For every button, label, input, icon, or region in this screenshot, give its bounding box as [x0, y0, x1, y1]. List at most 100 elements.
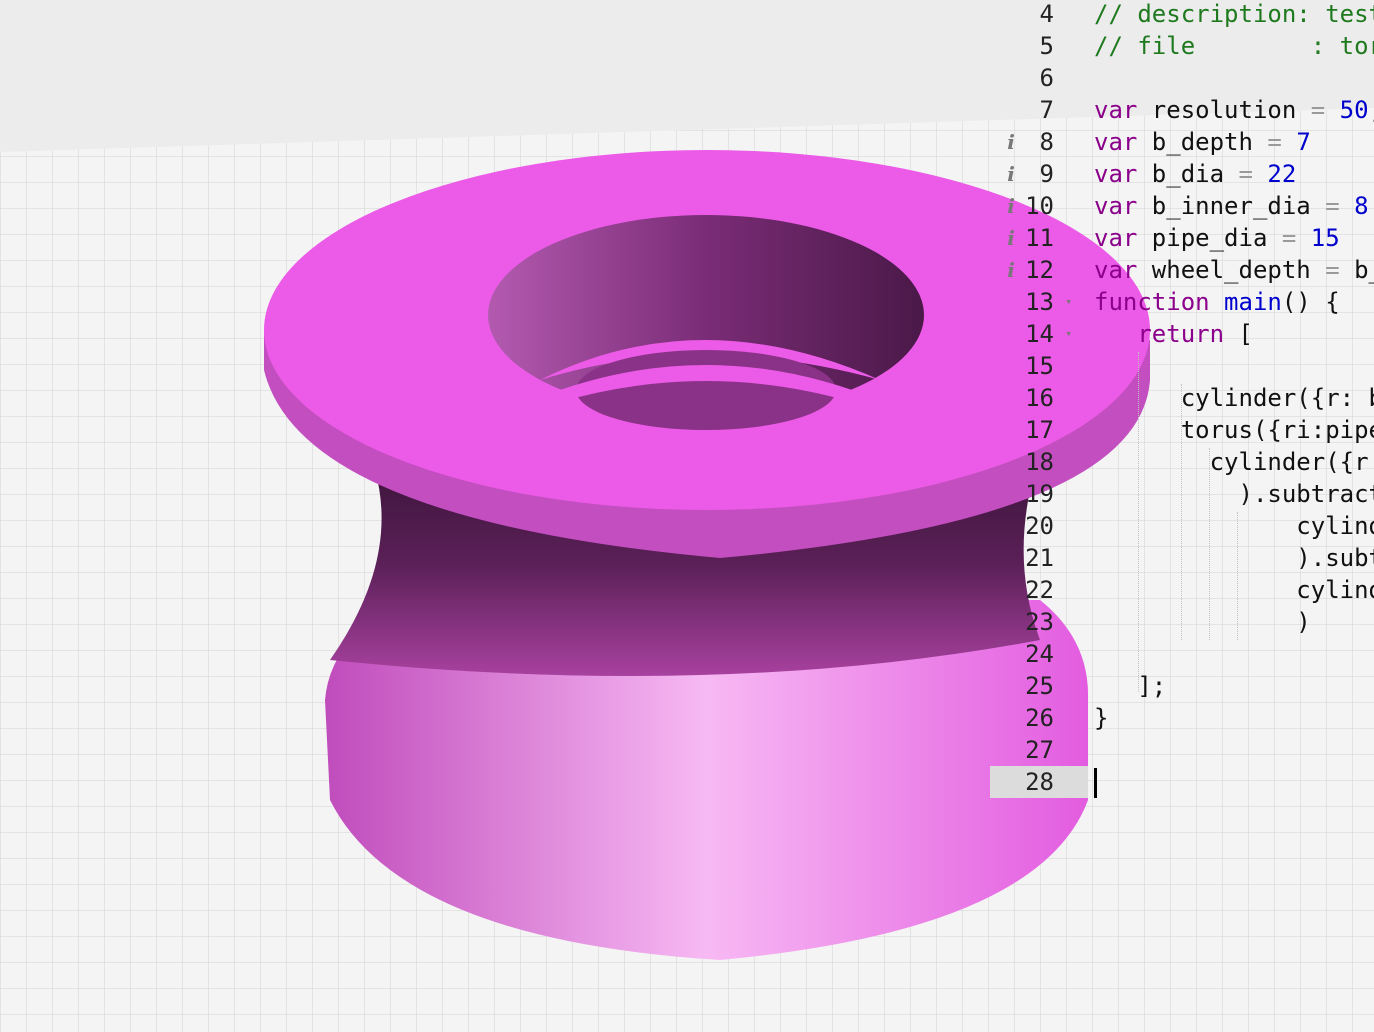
code-token-plain: cylind	[1094, 512, 1374, 540]
code-line-13[interactable]: 13 ▾ function main() {	[990, 286, 1374, 318]
line-gutter[interactable]: 19	[990, 478, 1088, 510]
line-gutter[interactable]: i 10	[990, 190, 1088, 222]
code-token-operator: =	[1281, 224, 1297, 252]
line-gutter[interactable]: i 11	[990, 222, 1088, 254]
code-line-27[interactable]: 27	[990, 734, 1374, 766]
code-line-20[interactable]: 20 cylind	[990, 510, 1374, 542]
code-token-plain: )	[1094, 608, 1311, 636]
code-line-9[interactable]: i 9 var b_dia = 22	[990, 158, 1374, 190]
line-gutter[interactable]: 6	[990, 62, 1088, 94]
code-line-28[interactable]: 28	[990, 766, 1374, 798]
code-line-19[interactable]: 19 ).subtract	[990, 478, 1374, 510]
line-gutter[interactable]: 24	[990, 638, 1088, 670]
line-gutter[interactable]: 5	[990, 30, 1088, 62]
code-line-7[interactable]: 7 var resolution = 50;	[990, 94, 1374, 126]
code-line-6[interactable]: 6	[990, 62, 1374, 94]
line-gutter[interactable]: 16	[990, 382, 1088, 414]
line-gutter[interactable]: 7	[990, 94, 1088, 126]
fold-arrow-icon[interactable]: ▾	[1065, 318, 1072, 350]
code-text[interactable]: // file : toru	[1094, 30, 1374, 62]
info-icon[interactable]: i	[1004, 126, 1018, 158]
code-text[interactable]: torus({ri:pipe	[1094, 414, 1374, 446]
line-gutter[interactable]: 22	[990, 574, 1088, 606]
code-text[interactable]: cylinder({r:	[1094, 446, 1374, 478]
line-gutter[interactable]: 21	[990, 542, 1088, 574]
line-number: 10	[1025, 192, 1054, 220]
code-line-12[interactable]: i12var wheel_depth = b_	[990, 254, 1374, 286]
code-text[interactable]: var b_inner_dia = 8	[1094, 190, 1369, 222]
code-token-comment: // description: test	[1094, 0, 1374, 28]
code-text[interactable]: cylind	[1094, 510, 1374, 542]
code-token-keyword: return	[1137, 320, 1225, 348]
line-number: 11	[1025, 224, 1054, 252]
code-text[interactable]: var resolution = 50;	[1094, 94, 1374, 126]
code-line-18[interactable]: 18 cylinder({r:	[990, 446, 1374, 478]
info-icon[interactable]: i	[1004, 158, 1018, 190]
code-text[interactable]: ).subtract	[1094, 478, 1374, 510]
line-gutter[interactable]: i 12	[990, 254, 1088, 286]
code-line-4[interactable]: 4 // description: test	[990, 0, 1374, 30]
code-line-26[interactable]: 26}	[990, 702, 1374, 734]
line-gutter[interactable]: 25	[990, 670, 1088, 702]
code-text[interactable]: }	[1094, 702, 1108, 734]
info-icon[interactable]: i	[1004, 254, 1018, 286]
code-line-24[interactable]: 24	[990, 638, 1374, 670]
code-text[interactable]: var b_dia = 22	[1094, 158, 1296, 190]
code-line-23[interactable]: 23 )	[990, 606, 1374, 638]
line-gutter[interactable]: 18	[990, 446, 1088, 478]
code-line-14[interactable]: 14 ▾ return [	[990, 318, 1374, 350]
code-line-25[interactable]: 25 ];	[990, 670, 1374, 702]
line-number: 19	[1025, 480, 1054, 508]
line-gutter[interactable]: 13 ▾	[990, 286, 1088, 318]
code-text[interactable]: var b_depth = 7	[1094, 126, 1311, 158]
code-token-operator: =	[1267, 128, 1282, 156]
code-token-keyword: var	[1094, 256, 1138, 284]
code-text[interactable]: cylinder({r: b	[1094, 382, 1374, 414]
line-gutter[interactable]: 23	[990, 606, 1088, 638]
code-text[interactable]: function main() {	[1094, 286, 1340, 318]
code-token-keyword: function	[1094, 288, 1210, 316]
line-number: 17	[1025, 416, 1054, 444]
code-line-8[interactable]: i 8 var b_depth = 7	[990, 126, 1374, 158]
fold-arrow-icon[interactable]: ▾	[1065, 286, 1072, 318]
code-text[interactable]: ).subt	[1094, 542, 1374, 574]
line-number: 24	[1025, 640, 1054, 668]
code-text[interactable]: var wheel_depth = b_	[1094, 254, 1374, 286]
code-token-keyword: var	[1094, 192, 1138, 220]
code-text[interactable]: return [	[1094, 318, 1253, 350]
line-gutter[interactable]: 20	[990, 510, 1088, 542]
code-line-10[interactable]: i 10 var b_inner_dia = 8	[990, 190, 1374, 222]
line-number: 12	[1025, 256, 1054, 284]
code-line-21[interactable]: 21 ).subt	[990, 542, 1374, 574]
line-gutter[interactable]: 26	[990, 702, 1088, 734]
code-line-22[interactable]: 22 cylind	[990, 574, 1374, 606]
code-text[interactable]: var pipe_dia = 15	[1094, 222, 1340, 254]
line-gutter[interactable]: 28	[990, 766, 1088, 798]
line-number: 21	[1025, 544, 1054, 572]
code-token-plain: [	[1224, 320, 1253, 348]
code-text[interactable]: cylind	[1094, 574, 1374, 606]
line-gutter[interactable]: 15	[990, 350, 1088, 382]
code-token-operator: =	[1325, 256, 1340, 284]
line-gutter[interactable]: i9	[990, 158, 1088, 190]
line-gutter[interactable]: i8	[990, 126, 1088, 158]
line-gutter[interactable]: 4	[990, 0, 1088, 30]
code-token-number: 7	[1296, 128, 1311, 156]
code-line-5[interactable]: 5 // file : toru	[990, 30, 1374, 62]
code-line-11[interactable]: i 11 var pipe_dia = 15	[990, 222, 1374, 254]
info-icon[interactable]: i	[1004, 222, 1018, 254]
line-number: 16	[1025, 384, 1054, 412]
line-gutter[interactable]: 14 ▾	[990, 318, 1088, 350]
code-line-15[interactable]: 15	[990, 350, 1374, 382]
line-gutter[interactable]: 27	[990, 734, 1088, 766]
code-token-plain: ).subt	[1094, 544, 1374, 572]
code-text[interactable]: )	[1094, 606, 1311, 638]
line-gutter[interactable]: 17	[990, 414, 1088, 446]
info-icon[interactable]: i	[1004, 190, 1018, 222]
code-text[interactable]: ];	[1094, 670, 1166, 702]
code-editor[interactable]: 4// description: test 5// file : toru 6 7 va…	[990, 0, 1374, 1032]
code-line-16[interactable]: 16 cylinder({r: b	[990, 382, 1374, 414]
code-line-17[interactable]: 17 torus({ri:pipe	[990, 414, 1374, 446]
code-token-keyword: var	[1094, 128, 1138, 156]
code-text[interactable]: // description: test	[1094, 0, 1374, 30]
